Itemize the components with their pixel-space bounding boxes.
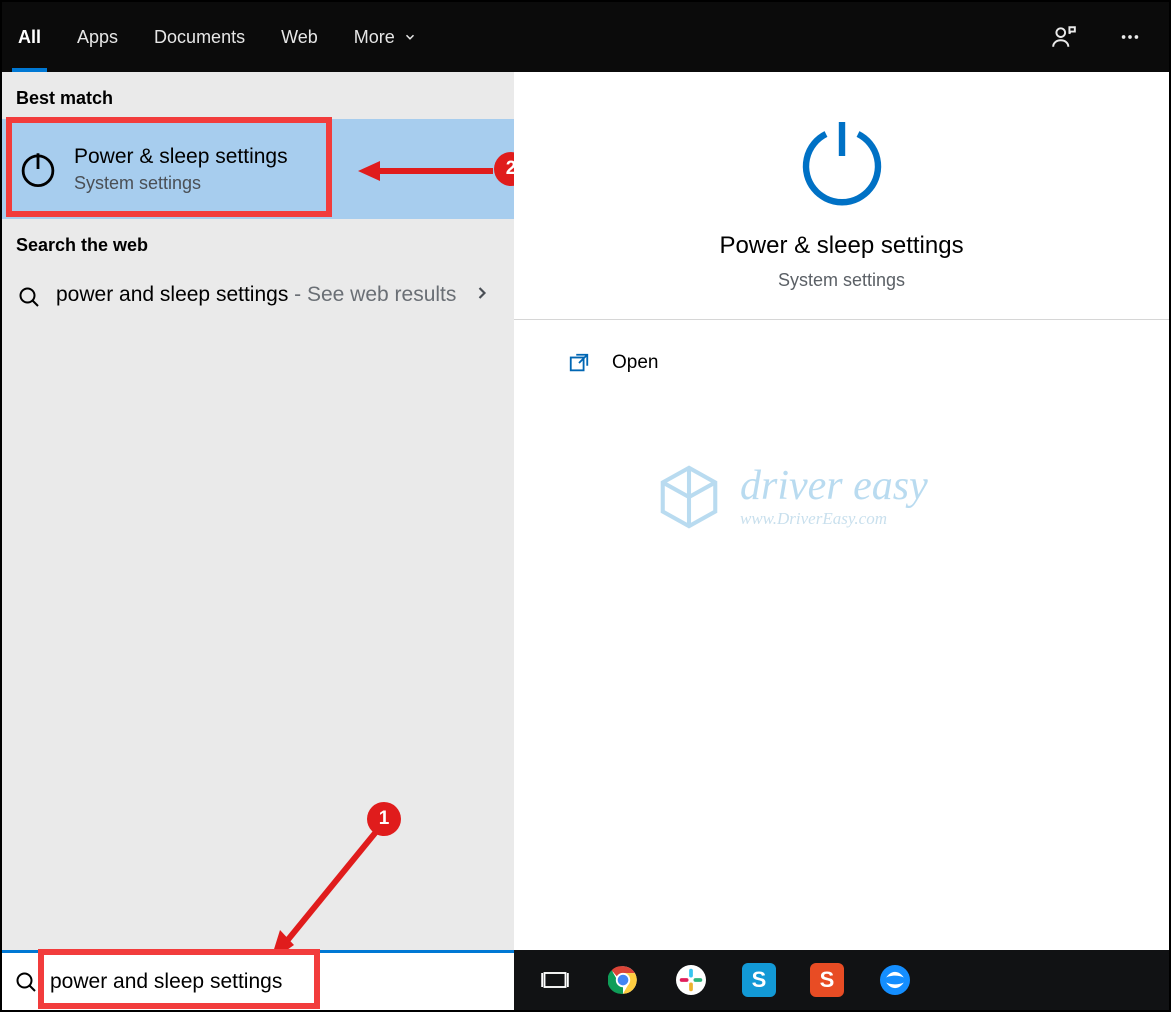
search-main: Best match Power & sleep settings System… xyxy=(2,72,1169,950)
action-open-label: Open xyxy=(612,352,658,374)
action-open[interactable]: Open xyxy=(514,320,1169,406)
taskbar-search[interactable] xyxy=(2,950,514,1010)
chrome-icon[interactable] xyxy=(606,963,640,997)
best-match-text: Power & sleep settings System settings xyxy=(74,145,288,194)
window-frame: All Apps Documents Web More Best xyxy=(0,0,1171,1012)
search-input[interactable] xyxy=(50,953,502,1010)
search-icon xyxy=(16,284,42,310)
best-match-subtitle: System settings xyxy=(74,173,288,194)
web-result-query: power and sleep settings xyxy=(56,283,288,306)
search-results-pane: Best match Power & sleep settings System… xyxy=(2,72,514,950)
search-scope-tabs: All Apps Documents Web More xyxy=(18,2,1051,72)
annotation-arrow-1 xyxy=(260,817,400,967)
preview-header: Power & sleep settings System settings xyxy=(514,72,1169,320)
watermark-line1: driver easy xyxy=(740,465,928,507)
battlenet-icon[interactable] xyxy=(878,963,912,997)
tab-apps[interactable]: Apps xyxy=(77,2,118,72)
best-match-title: Power & sleep settings xyxy=(74,145,288,169)
annotation-badge-1: 1 xyxy=(367,802,401,836)
tab-more-label: More xyxy=(354,27,395,48)
feedback-icon[interactable] xyxy=(1051,24,1077,50)
tab-more[interactable]: More xyxy=(354,2,417,72)
watermark-line2: www.DriverEasy.com xyxy=(740,509,928,529)
preview-subtitle: System settings xyxy=(778,270,905,291)
slack-icon[interactable] xyxy=(674,963,708,997)
more-options-icon[interactable] xyxy=(1117,24,1143,50)
watermark: driver easy www.DriverEasy.com xyxy=(654,462,928,532)
web-header: Search the web xyxy=(2,219,514,266)
power-icon-large xyxy=(794,112,890,208)
task-view-icon[interactable] xyxy=(538,963,572,997)
taskbar-apps: S S xyxy=(514,950,1169,1010)
tab-all[interactable]: All xyxy=(18,2,41,72)
preview-title: Power & sleep settings xyxy=(719,232,963,260)
open-icon xyxy=(568,352,590,374)
best-match-result[interactable]: Power & sleep settings System settings xyxy=(2,119,514,219)
web-result[interactable]: power and sleep settings - See web resul… xyxy=(2,266,514,324)
power-icon xyxy=(16,147,60,191)
snagit-editor-icon[interactable]: S xyxy=(742,963,776,997)
chevron-down-icon xyxy=(403,30,417,44)
snagit-capture-icon[interactable]: S xyxy=(810,963,844,997)
web-result-suffix: - See web results xyxy=(288,283,456,306)
result-preview-pane: Power & sleep settings System settings O… xyxy=(514,72,1169,950)
best-match-header: Best match xyxy=(2,72,514,119)
chevron-right-icon[interactable] xyxy=(472,283,496,307)
tab-web[interactable]: Web xyxy=(281,2,318,72)
tab-documents[interactable]: Documents xyxy=(154,2,245,72)
search-topbar: All Apps Documents Web More xyxy=(2,2,1169,72)
web-result-text: power and sleep settings - See web resul… xyxy=(56,280,458,310)
taskbar: S S xyxy=(2,950,1169,1010)
search-icon xyxy=(14,970,38,994)
topbar-actions xyxy=(1051,24,1143,50)
